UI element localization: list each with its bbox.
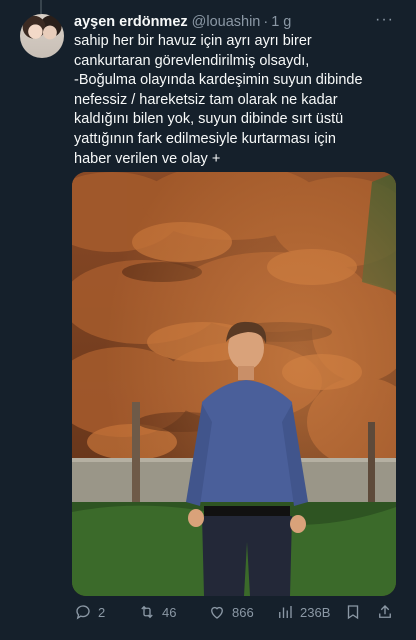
reply-button[interactable]: 2 — [74, 603, 105, 621]
retweet-button[interactable]: 46 — [138, 603, 176, 621]
like-button[interactable]: 866 — [208, 603, 254, 621]
reply-icon — [76, 605, 90, 620]
share-button[interactable] — [376, 603, 394, 621]
tweet-text-line: haber verilen ve olay + — [74, 150, 221, 167]
tweet-header: ayşen erdönmez @louashin · 1 g — [74, 13, 400, 31]
views-button[interactable]: 236B — [276, 603, 330, 621]
retweet-icon — [141, 605, 153, 619]
bookmark-icon — [347, 605, 359, 620]
tweet-text-line: sahip her bir havuz için ayrı ayrı birer — [74, 33, 312, 49]
bookmark-button[interactable] — [344, 603, 362, 621]
tweet-text-line: nefessiz / hareketsiz tam olarak ne kada… — [74, 91, 338, 108]
retweet-count: 46 — [162, 604, 177, 620]
tweet-text-line: -Boğulma olayında kardeşimin suyun dibin… — [74, 72, 363, 89]
author-handle[interactable]: @louashin — [192, 14, 261, 30]
reply-count: 2 — [98, 604, 106, 620]
share-icon — [379, 605, 391, 618]
avatar[interactable] — [20, 14, 64, 58]
tweet-photo[interactable] — [72, 172, 396, 596]
author-name[interactable]: ayşen erdönmez — [74, 14, 188, 30]
tweet-text: sahip her bir havuz için ayrı ayrı birer… — [74, 32, 400, 169]
like-count: 866 — [232, 604, 254, 620]
heart-icon — [211, 606, 223, 619]
analytics-icon — [279, 606, 292, 618]
tweet-text-line: yattığının fark edilmesiyle kurtarması i… — [74, 130, 336, 147]
separator-dot: · — [263, 14, 269, 30]
tweet-text-line: cankurtaran görevlendirilmiş olsaydı, — [74, 52, 310, 69]
views-count: 236B — [300, 604, 331, 620]
action-bar: 2 46 866 236B — [72, 601, 396, 625]
thread-line — [40, 0, 42, 14]
more-options-icon[interactable]: ··· — [375, 11, 394, 29]
tweet-time[interactable]: 1 g — [271, 14, 291, 30]
tweet-text-line: kaldığını bilen yok, suyun dibinde sırt … — [74, 111, 344, 128]
